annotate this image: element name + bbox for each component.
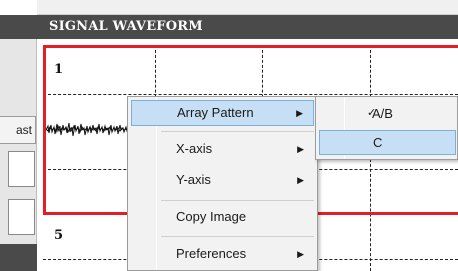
menu-item-label: Y-axis xyxy=(176,172,211,187)
panel-title: SIGNAL WAVEFORM xyxy=(37,15,458,39)
menu-item-x-axis[interactable]: X-axis ▶ xyxy=(131,136,314,162)
array-pattern-submenu: ✓ A/B C xyxy=(315,96,458,160)
menu-item-array-pattern[interactable]: Array Pattern ▶ xyxy=(131,100,314,126)
submenu-item-label: C xyxy=(373,135,383,150)
top-strip xyxy=(37,0,458,15)
menu-separator xyxy=(161,200,314,201)
left-header-strip xyxy=(0,15,37,39)
menu-separator xyxy=(161,131,314,132)
chart-label-5: 5 xyxy=(54,228,64,243)
menu-item-label: Preferences xyxy=(176,246,247,261)
menu-item-y-axis[interactable]: Y-axis ▶ xyxy=(131,167,314,193)
signal-waveform xyxy=(46,122,136,137)
menu-item-label: X-axis xyxy=(176,141,213,156)
menu-item-preferences[interactable]: Preferences ▶ xyxy=(131,241,314,267)
chart-label-1: 1 xyxy=(54,62,64,77)
context-menu: Array Pattern ▶ X-axis ▶ Y-axis ▶ Copy I… xyxy=(127,96,318,271)
left-input-field-1[interactable] xyxy=(8,151,35,187)
submenu-arrow-icon: ▶ xyxy=(297,175,304,185)
submenu-arrow-icon: ▶ xyxy=(297,144,304,154)
menu-item-label: Array Pattern xyxy=(177,105,254,120)
menu-item-label: Copy Image xyxy=(176,209,247,224)
submenu-arrow-icon: ▶ xyxy=(296,108,303,118)
submenu-item-c[interactable]: C xyxy=(319,130,456,155)
submenu-arrow-icon: ▶ xyxy=(297,249,304,259)
submenu-item-a-b[interactable]: ✓ A/B xyxy=(319,101,456,126)
checkmark-icon: ✓ xyxy=(367,107,377,119)
left-input-field-2[interactable] xyxy=(8,199,35,235)
left-panel-button[interactable]: ast xyxy=(0,116,36,144)
menu-item-copy-image[interactable]: Copy Image xyxy=(131,204,314,230)
menu-separator xyxy=(161,236,314,237)
left-footer-strip xyxy=(0,244,37,271)
